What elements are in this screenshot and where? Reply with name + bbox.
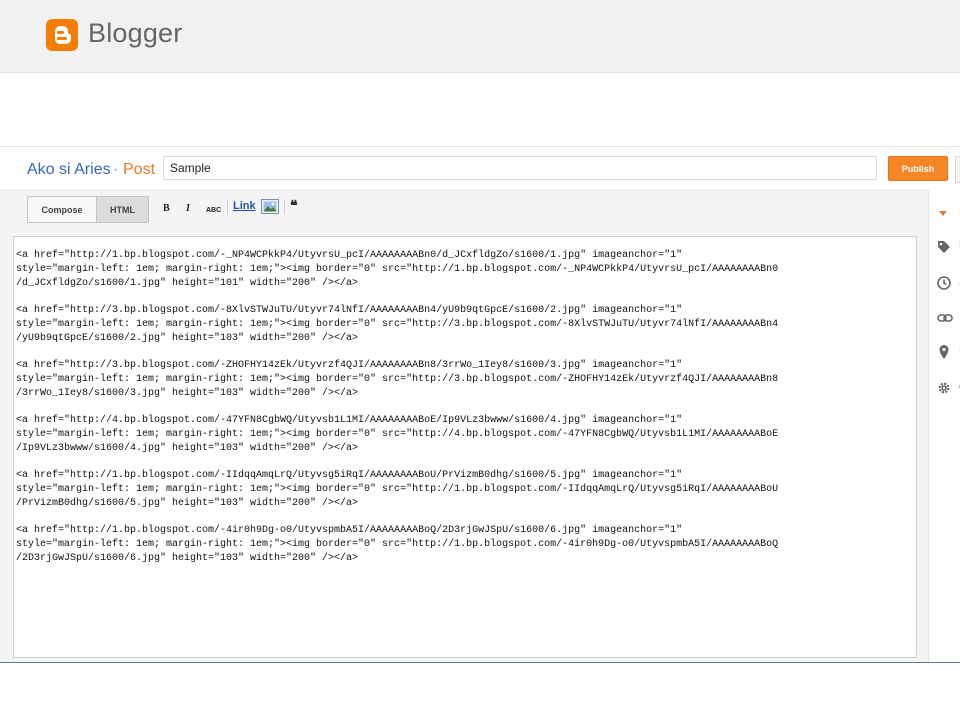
caret-down-icon — [939, 211, 947, 216]
code-block: <a href="http://1.bp.blogspot.com/-_NP4W… — [16, 250, 779, 289]
blogger-top-bar: Blogger — [0, 0, 960, 73]
toolbar-divider — [227, 200, 228, 214]
post-title-input[interactable] — [163, 156, 877, 180]
blank-region — [0, 73, 960, 145]
clock-icon — [937, 276, 951, 290]
breadcrumb-post: Post — [123, 161, 156, 178]
blogger-logo-text[interactable]: Blogger — [88, 18, 182, 49]
sidebar-item-permalink[interactable] — [937, 309, 960, 327]
code-block: <a href="http://1.bp.blogspot.com/-IIdqq… — [16, 470, 779, 509]
editor-mode-toggle: Compose HTML — [27, 196, 149, 223]
breadcrumb-separator: · — [113, 161, 119, 178]
sidebar-item-labels[interactable]: L — [937, 238, 960, 256]
insert-image-icon[interactable] — [261, 199, 279, 214]
sidebar-item-options[interactable]: O — [937, 379, 960, 397]
blog-name-link[interactable]: Ako si Aries — [27, 161, 111, 179]
tag-icon — [938, 241, 950, 253]
next-button-edge[interactable] — [955, 156, 960, 183]
insert-link-button[interactable]: Link — [233, 200, 256, 212]
blogger-logo-icon[interactable] — [46, 19, 78, 51]
link-icon — [937, 314, 953, 322]
editor-area: <a href="http://1.bp.blogspot.com/-_NP4W… — [0, 234, 928, 662]
code-block: <a href="http://3.bp.blogspot.com/-ZHOFH… — [16, 360, 779, 399]
quote-button[interactable]: ❝ — [290, 198, 298, 215]
code-block: <a href="http://1.bp.blogspot.com/-4ir0h… — [16, 525, 779, 564]
window-bottom-border — [0, 662, 960, 663]
post-settings-sidebar: P L S L O — [928, 190, 960, 662]
html-editor-textarea[interactable]: <a href="http://1.bp.blogspot.com/-_NP4W… — [13, 236, 917, 658]
strikethrough-button[interactable]: ABC — [206, 202, 221, 218]
gear-icon — [938, 382, 950, 394]
code-block: <a href="http://3.bp.blogspot.com/-8XlvS… — [16, 305, 779, 344]
location-pin-icon — [939, 345, 949, 359]
sidebar-item-post-settings[interactable]: P — [937, 203, 960, 221]
italic-button[interactable]: I — [186, 200, 190, 216]
sidebar-item-location[interactable]: L — [937, 343, 960, 361]
html-source: <a href="http://1.bp.blogspot.com/-_NP4W… — [16, 249, 914, 579]
editor-toolbar: Compose HTML B I ABC Link ❝ — [0, 190, 928, 235]
sidebar-item-schedule[interactable]: S — [937, 274, 960, 292]
code-block: <a href="http://4.bp.blogspot.com/-47YFN… — [16, 415, 779, 454]
html-mode-button[interactable]: HTML — [96, 197, 148, 222]
bold-button[interactable]: B — [163, 200, 170, 216]
compose-mode-button[interactable]: Compose — [28, 197, 96, 222]
toolbar-divider — [284, 200, 285, 214]
publish-button[interactable]: Publish — [888, 156, 948, 181]
post-header: Ako si Aries · Post Publish — [0, 146, 960, 191]
